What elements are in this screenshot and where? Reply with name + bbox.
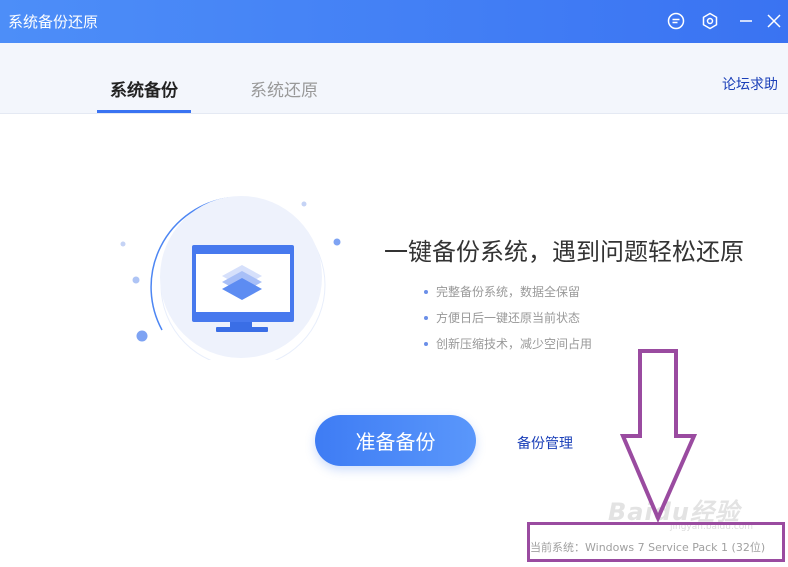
tab-system-restore[interactable]: 系统还原 — [250, 76, 318, 101]
feature-item: 方便日后一键还原当前状态 — [424, 309, 592, 335]
minimize-icon[interactable] — [735, 10, 757, 32]
backup-illustration — [120, 196, 341, 360]
active-tab-indicator — [97, 110, 191, 113]
bullet-dot — [424, 316, 428, 320]
window-title: 系统备份还原 — [8, 13, 99, 31]
backup-manage-link[interactable]: 备份管理 — [517, 433, 573, 453]
title-bar: 系统备份还原 — [0, 0, 788, 43]
tab-system-backup[interactable]: 系统备份 — [110, 76, 178, 101]
settings-icon[interactable] — [699, 10, 721, 32]
bullet-dot — [424, 290, 428, 294]
prepare-backup-button[interactable]: 准备备份 — [315, 415, 476, 466]
monitor-icon — [192, 245, 294, 332]
bullet-dot — [424, 342, 428, 346]
feature-item: 创新压缩技术，减少空间占用 — [424, 335, 592, 361]
feature-item: 完整备份系统，数据全保留 — [424, 283, 592, 309]
annotation-arrow-icon — [620, 349, 698, 523]
current-system-status: 当前系统：Windows 7 Service Pack 1 (32位) — [530, 541, 766, 554]
feedback-icon[interactable] — [665, 10, 687, 32]
feature-list: 完整备份系统，数据全保留 方便日后一键还原当前状态 创新压缩技术，减少空间占用 — [424, 283, 592, 361]
tab-bar: 系统备份 系统还原 论坛求助 — [0, 43, 788, 114]
close-icon[interactable] — [763, 10, 785, 32]
forum-help-link[interactable]: 论坛求助 — [722, 74, 778, 94]
headline: 一键备份系统，遇到问题轻松还原 — [384, 238, 744, 266]
